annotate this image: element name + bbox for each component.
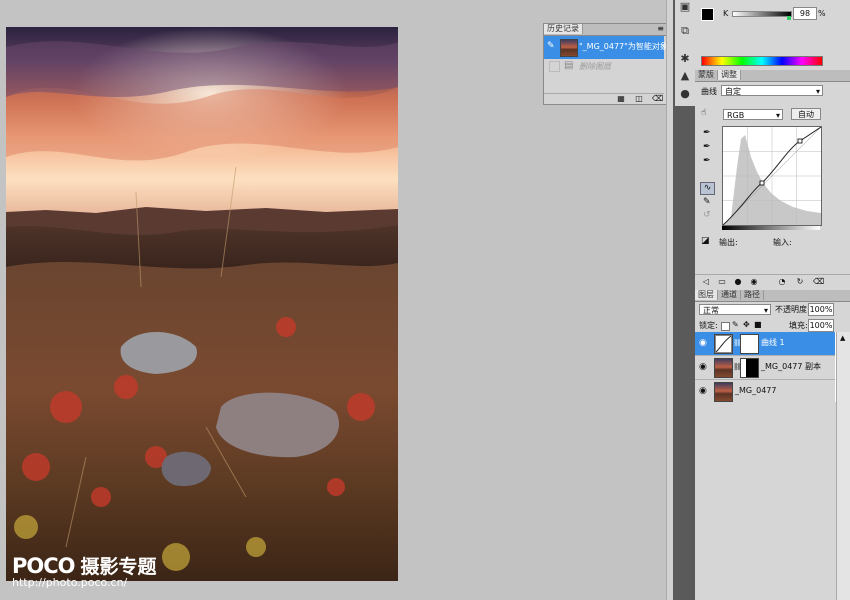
clip-layer-icon[interactable]: ● (733, 277, 743, 287)
opacity-input[interactable]: 100% (808, 303, 834, 316)
layers-comp-icon[interactable]: ⧉ (678, 24, 692, 38)
layer-list-empty (695, 402, 836, 600)
color-ramp[interactable] (701, 56, 823, 66)
scroll-up-icon[interactable]: ▲ (840, 334, 845, 342)
history-source-checkbox[interactable] (549, 61, 560, 72)
history-icon[interactable]: ▣ (678, 0, 692, 14)
percent-label: % (818, 9, 826, 18)
document-icon: ▤ (564, 60, 574, 71)
tab-history[interactable]: 历史记录 (544, 24, 583, 34)
tab-layers[interactable]: 图层 (695, 290, 718, 300)
blend-mode-select[interactable]: 正常 (699, 304, 771, 316)
layer-mask-thumbnail (740, 334, 759, 354)
navigator-icon[interactable]: ▲ (678, 69, 692, 83)
layer-row-curves[interactable]: ◉ ⛓ 曲线 1 (695, 332, 835, 356)
eyedropper-gray-icon[interactable]: ✒ (703, 142, 711, 152)
history-item-label: 删除图层 (579, 62, 611, 71)
lock-transparency-icon[interactable] (721, 322, 730, 331)
layer-thumbnail (714, 358, 733, 378)
history-item-label: "_MG_0477"为智能对象... (579, 42, 676, 51)
previous-state-icon[interactable]: ◔ (777, 277, 787, 287)
reset-icon[interactable]: ↻ (795, 277, 805, 287)
layer-mask-thumbnail (740, 358, 759, 378)
input-gradient (722, 226, 820, 230)
brush-icon: ✎ (547, 41, 555, 51)
new-document-icon[interactable]: ▦ (616, 94, 626, 104)
expand-icon[interactable]: ▭ (717, 277, 727, 287)
layer-name: _MG_0477 副本 (761, 362, 822, 371)
history-tabbar: 历史记录 ≡ (544, 24, 666, 36)
curves-plot (722, 126, 822, 226)
collapsed-panel-icons: ▣ ⧉ ✱ ▲ ● (675, 0, 695, 106)
layers-panel: 图层 通道 路径 正常 不透明度: 100% 锁定: ✎ ✥ ■ 填充: 100… (695, 290, 850, 600)
history-panel: 历史记录 ≡ ✎ "_MG_0477"为智能对象... ▤ 删除图层 ▦ ◫ ⌫ (543, 23, 675, 105)
visibility-eye-icon[interactable]: ◉ (699, 338, 709, 348)
foreground-color-swatch[interactable] (701, 8, 714, 21)
layer-name: _MG_0477 (735, 386, 777, 395)
clip-icon[interactable]: ◪ (701, 236, 710, 246)
adjust-tabbar: 蒙版 调整 (695, 70, 850, 82)
panel-menu-icon[interactable]: ≡ (657, 24, 664, 34)
snapshot-icon[interactable]: ◫ (634, 94, 644, 104)
layer-name: 曲线 1 (761, 338, 785, 347)
back-icon[interactable]: ◁ (701, 277, 711, 287)
k-slider[interactable] (732, 11, 792, 17)
tab-channels[interactable]: 通道 (718, 290, 741, 300)
lock-position-icon[interactable]: ✥ (743, 320, 750, 329)
watermark: POCO 摄影专题 http://photo.poco.cn/ (12, 552, 157, 589)
visibility-eye-icon[interactable]: ◉ (699, 362, 709, 372)
landscape-photo (6, 27, 398, 581)
curves-adjustment-thumbnail (714, 334, 733, 354)
history-item[interactable]: ▤ 删除图层 (544, 60, 664, 74)
slider-thumb[interactable] (787, 16, 791, 20)
history-thumbnail (560, 39, 578, 57)
color-panel: K 98 % (695, 0, 850, 68)
trash-icon[interactable]: ⌫ (652, 94, 663, 104)
layer-row-base[interactable]: ◉ _MG_0477 (695, 380, 835, 404)
eyedropper-white-icon[interactable]: ✒ (703, 156, 711, 166)
watermark-title: 摄影专题 (80, 556, 157, 578)
history-item[interactable]: ✎ "_MG_0477"为智能对象... (544, 36, 675, 59)
layers-scrollbar[interactable]: ▲ (836, 332, 850, 600)
brush-preset-icon[interactable]: ✱ (678, 52, 692, 66)
fill-label: 填充: (789, 321, 808, 330)
adjustments-panel: 蒙版 调整 曲线 自定 ☝ RGB 自动 ✒ ✒ ✒ ∿ ✎ ↺ (695, 70, 850, 288)
watermark-logo: POCO (12, 554, 76, 578)
layers-tabbar: 图层 通道 路径 (695, 290, 850, 302)
history-footer: ▦ ◫ ⌫ (544, 93, 664, 104)
pencil-icon[interactable]: ✎ (703, 197, 711, 207)
opacity-label: 不透明度: (775, 305, 810, 314)
visibility-eye-icon[interactable]: ◉ (699, 386, 709, 396)
info-icon[interactable]: ● (678, 87, 692, 101)
auto-button[interactable]: 自动 (791, 108, 821, 120)
channel-select[interactable]: RGB (723, 109, 783, 121)
tab-adjustments[interactable]: 调整 (718, 70, 741, 80)
output-label: 输出: (719, 238, 738, 247)
smooth-icon[interactable]: ↺ (703, 210, 711, 220)
lock-pixels-icon[interactable]: ✎ (732, 320, 739, 329)
tab-masks[interactable]: 蒙版 (695, 70, 718, 80)
curves-graph[interactable] (722, 126, 822, 226)
fill-input[interactable]: 100% (808, 319, 834, 332)
right-panel-dock: K 98 % 蒙版 调整 曲线 自定 ☝ RGB 自动 ✒ ✒ ✒ ∿ ✎ ↺ (695, 0, 850, 600)
target-adjust-icon[interactable]: ☝ (701, 108, 706, 118)
lock-all-icon[interactable]: ■ (754, 320, 762, 329)
trash-icon[interactable]: ⌫ (813, 277, 824, 287)
preset-select[interactable]: 自定 (721, 85, 823, 97)
curves-label: 曲线 (701, 87, 717, 96)
k-value-input[interactable]: 98 (793, 7, 817, 20)
input-label: 输入: (773, 238, 792, 247)
curve-tool-icon[interactable]: ∿ (700, 182, 715, 195)
tab-paths[interactable]: 路径 (741, 290, 764, 300)
document-canvas[interactable] (6, 27, 398, 581)
layer-row-copy[interactable]: ◉ ⛓ _MG_0477 副本 (695, 356, 835, 380)
eyedropper-black-icon[interactable]: ✒ (703, 128, 711, 138)
eye-icon[interactable]: ◉ (749, 277, 759, 287)
watermark-url: http://photo.poco.cn/ (12, 576, 128, 589)
adjust-footer: ◁ ▭ ● ◉ ◔ ↻ ⌫ (695, 274, 850, 289)
channel-label: K (723, 9, 729, 18)
lock-label: 锁定: (699, 321, 718, 330)
layer-thumbnail (714, 382, 733, 402)
layer-list: ◉ ⛓ 曲线 1 ◉ ⛓ _MG_0477 副本 ◉ _MG_0477 (695, 332, 836, 404)
